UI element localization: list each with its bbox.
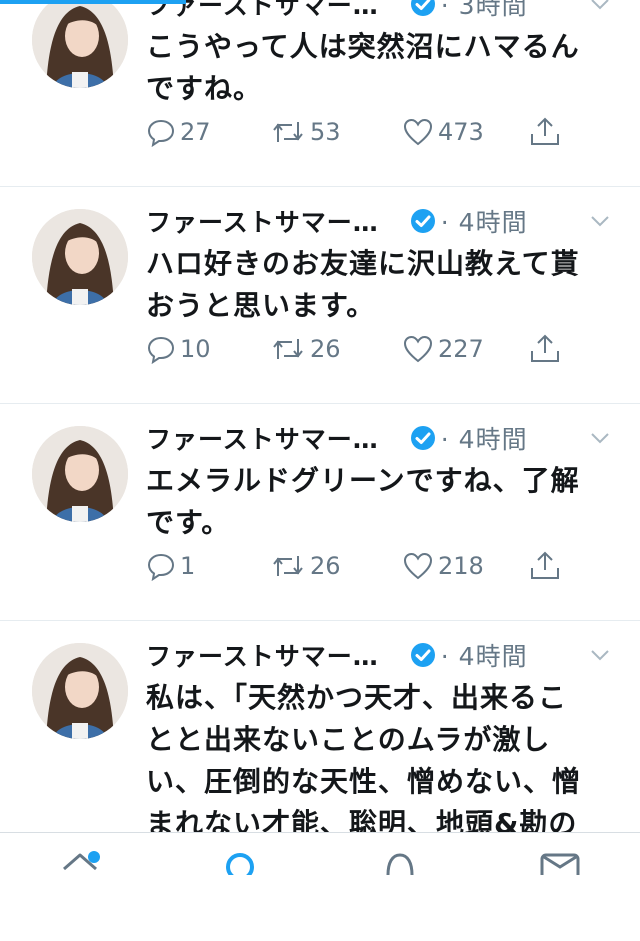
- reply-icon: [147, 553, 175, 581]
- tweet-text-line: エメラルドグリーンですね、了解: [146, 464, 580, 497]
- loading-progress-bar: [0, 0, 640, 4]
- tweet-text-line: こうやって人は突然沼にハマるん: [146, 30, 580, 63]
- tweet-header: ファーストサマー… · 4時間: [146, 418, 626, 458]
- reply-button[interactable]: 27: [146, 114, 211, 150]
- tweet-time[interactable]: · 4時間: [441, 420, 528, 456]
- search-icon: [226, 853, 254, 875]
- tweet-time[interactable]: · 4時間: [441, 203, 528, 239]
- tweet-text-line: い、圧倒的な天性、憎めない、憎: [146, 765, 582, 798]
- tweet-text-line: とと出来ないことのムラが激し: [146, 723, 551, 756]
- author-name[interactable]: ファーストサマー…: [146, 637, 379, 673]
- retweet-count: 53: [310, 118, 341, 146]
- heart-icon: [403, 335, 433, 363]
- tweet-time[interactable]: · 4時間: [441, 637, 528, 673]
- tweet[interactable]: ファーストサマー… · 4時間 ハロ好きのお友達に沢山教えて貰 おうと思います。…: [0, 187, 640, 404]
- messages-icon: [540, 853, 580, 875]
- reply-count: 1: [180, 552, 196, 580]
- retweet-count: 26: [310, 552, 341, 580]
- tab-search[interactable]: [160, 833, 320, 875]
- notifications-icon: [386, 853, 414, 875]
- tweet-actions: 27 53 473: [146, 114, 586, 150]
- tweet[interactable]: ファーストサマー… · 4時間 エメラルドグリーンですね、了解 です。 1 26…: [0, 404, 640, 621]
- bottom-tab-bar: [0, 832, 640, 875]
- like-count: 227: [438, 335, 484, 363]
- tweet-text-line: おうと思います。: [146, 289, 376, 322]
- reply-count: 10: [180, 335, 211, 363]
- tweet-text-line: ハロ好きのお友達に沢山教えて貰: [146, 247, 580, 280]
- tab-home[interactable]: [0, 833, 160, 874]
- tweet-actions: 10 26 227: [146, 331, 586, 367]
- tweet-header: ファーストサマー… · 4時間: [146, 201, 626, 241]
- share-button[interactable]: [528, 548, 562, 584]
- avatar[interactable]: [32, 209, 128, 305]
- retweet-icon: [273, 339, 303, 359]
- like-count: 218: [438, 552, 484, 580]
- tweet-text: こうやって人は突然沼にハマるん ですね。: [146, 26, 606, 110]
- like-button[interactable]: 227: [402, 331, 484, 367]
- loading-progress-fill: [0, 0, 186, 4]
- retweet-button[interactable]: 26: [270, 548, 341, 584]
- chevron-down-icon[interactable]: [588, 643, 612, 667]
- share-icon: [531, 551, 559, 579]
- tweet[interactable]: ファーストサマー… · 4時間 私は、「天然かつ天才、出来るこ とと出来ないこと…: [0, 621, 640, 941]
- author-name[interactable]: ファーストサマー…: [146, 420, 379, 456]
- author-name[interactable]: ファーストサマー…: [146, 203, 379, 239]
- tweet-actions: 1 26 218: [146, 548, 586, 584]
- reply-icon: [147, 336, 175, 364]
- share-button[interactable]: [528, 114, 562, 150]
- chevron-down-icon[interactable]: [588, 209, 612, 233]
- reply-button[interactable]: 10: [146, 331, 211, 367]
- tab-notifications[interactable]: [320, 833, 480, 875]
- tweet-text-line: です。: [146, 506, 231, 539]
- tweet-text-line: ですね。: [146, 72, 263, 105]
- tweet-text: エメラルドグリーンですね、了解 です。: [146, 460, 606, 544]
- like-button[interactable]: 473: [402, 114, 484, 150]
- timeline: ファーストサマー… · 3時間 こうやって人は突然沼にハマるん ですね。 27: [0, 0, 640, 941]
- like-count: 473: [438, 118, 484, 146]
- share-button[interactable]: [528, 331, 562, 367]
- tweet-text-line: 私は、「天然かつ天才、出来るこ: [146, 681, 568, 714]
- chevron-down-icon[interactable]: [588, 426, 612, 450]
- retweet-button[interactable]: 26: [270, 331, 341, 367]
- notification-dot: [88, 851, 100, 863]
- retweet-icon: [273, 122, 303, 142]
- reply-count: 27: [180, 118, 211, 146]
- reply-icon: [147, 119, 175, 147]
- avatar[interactable]: [32, 426, 128, 522]
- like-button[interactable]: 218: [402, 548, 484, 584]
- tweet[interactable]: ファーストサマー… · 3時間 こうやって人は突然沼にハマるん ですね。 27: [0, 0, 640, 187]
- verified-badge-icon: [410, 209, 435, 233]
- heart-icon: [403, 118, 433, 146]
- tab-messages[interactable]: [480, 833, 640, 875]
- heart-icon: [403, 552, 433, 580]
- retweet-button[interactable]: 53: [270, 114, 341, 150]
- tweet-text: ハロ好きのお友達に沢山教えて貰 おうと思います。: [146, 243, 606, 327]
- tweet-header: ファーストサマー… · 4時間: [146, 635, 626, 675]
- share-icon: [531, 334, 559, 362]
- tweet-text: 私は、「天然かつ天才、出来るこ とと出来ないことのムラが激し い、圧倒的な天性、…: [146, 677, 606, 845]
- retweet-icon: [273, 556, 303, 576]
- share-icon: [531, 117, 559, 145]
- verified-badge-icon: [410, 643, 435, 667]
- avatar[interactable]: [32, 643, 128, 739]
- verified-badge-icon: [410, 426, 435, 450]
- avatar[interactable]: [32, 0, 128, 88]
- reply-button[interactable]: 1: [146, 548, 195, 584]
- retweet-count: 26: [310, 335, 341, 363]
